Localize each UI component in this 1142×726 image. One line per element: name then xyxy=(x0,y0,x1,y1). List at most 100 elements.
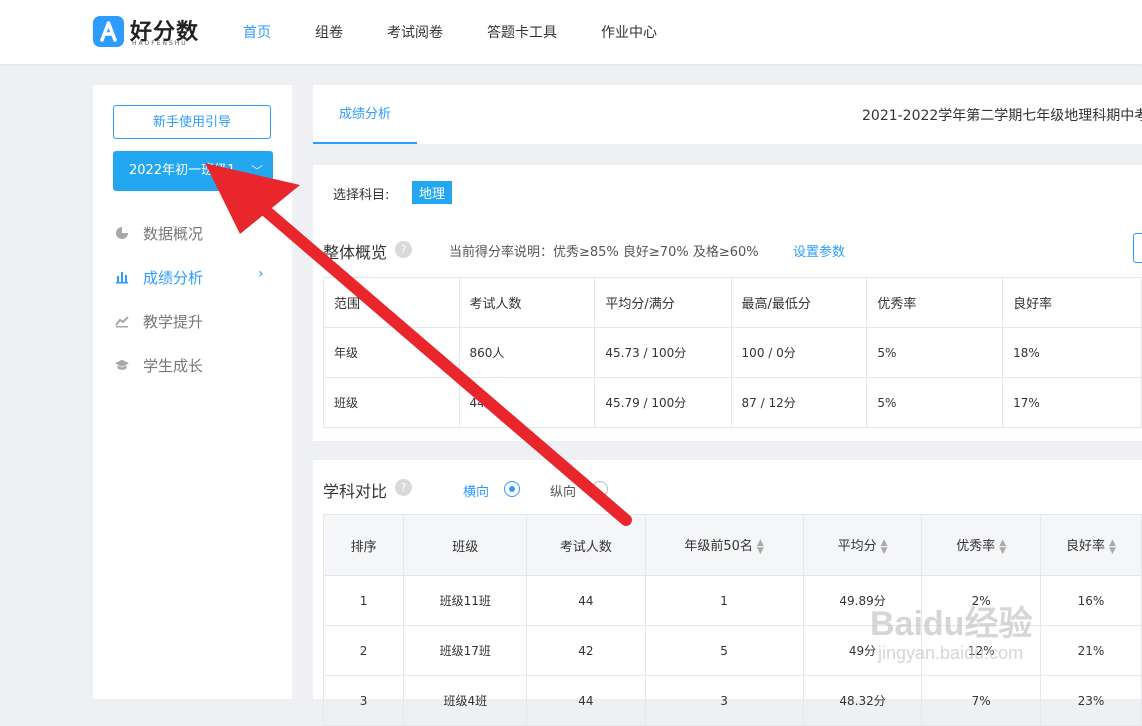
column-header: 优秀率 xyxy=(866,277,1004,328)
chevron-right-icon: › xyxy=(258,266,264,282)
table-cell: 44人 xyxy=(458,377,596,428)
table-row: 班级 44人 45.79 / 100分 87 / 12分 5% 17% xyxy=(323,377,1142,428)
table-header-row: 范围 考试人数 平均分/满分 最高/最低分 优秀率 良好率 xyxy=(323,277,1142,328)
nav-homework-center[interactable]: 作业中心 xyxy=(601,22,657,42)
table-cell: 87 / 12分 xyxy=(730,377,868,428)
exam-title: 2021-2022学年第二学期七年级地理科期中考 xyxy=(862,108,1142,124)
subject-select-label: 选择科目: xyxy=(333,188,390,203)
column-header-label: 优秀率 xyxy=(956,539,996,555)
table-cell: 5% xyxy=(866,327,1004,378)
overview-panel: 选择科目: 地理 整体概览 ? 当前得分率说明：优秀≥85% 良好≥70% 及格… xyxy=(313,165,1142,441)
column-header: 范围 xyxy=(323,277,460,328)
sidebar-item-label: 学生成长 xyxy=(143,356,204,375)
table-cell: 班级11班 xyxy=(403,575,528,626)
table-cell: 42 xyxy=(526,625,646,676)
table-cell: 100 / 0分 xyxy=(730,327,868,378)
column-header-sortable[interactable]: 平均分 ▲ ▼ xyxy=(802,514,923,576)
table-cell: 17% xyxy=(1002,377,1142,428)
column-header: 最高/最低分 xyxy=(730,277,868,328)
table-cell: 1 xyxy=(322,575,405,626)
table-cell: 48.32分 xyxy=(802,675,923,726)
table-cell: 班级4班 xyxy=(403,675,528,726)
nav-home[interactable]: 首页 xyxy=(243,22,271,42)
table-cell: 860人 xyxy=(458,327,596,378)
table-cell: 2 xyxy=(322,625,405,676)
table-row: 3 班级4班 44 3 48.32分 7% 23% xyxy=(322,675,1142,726)
table-cell: 45.73 / 100分 xyxy=(594,327,732,378)
table-cell: 44 xyxy=(526,575,646,626)
nav-exam-grading[interactable]: 考试阅卷 xyxy=(387,22,443,42)
nav-compose-paper[interactable]: 组卷 xyxy=(315,22,343,42)
logo[interactable]: 好分数 HAOFENSHU xyxy=(93,16,203,48)
subject-tag-geography[interactable]: 地理 xyxy=(412,181,453,204)
sidebar-item-label: 数据概况 xyxy=(143,224,204,243)
table-cell: 7% xyxy=(921,675,1041,726)
column-header-label: 平均分 xyxy=(837,539,877,555)
logo-mark-icon xyxy=(93,16,124,47)
sort-icon[interactable]: ▲ ▼ xyxy=(1109,538,1116,555)
overview-table: 范围 考试人数 平均分/满分 最高/最低分 优秀率 良好率 年级 860人 45… xyxy=(323,277,1142,428)
sidebar-item-label: 成绩分析 xyxy=(143,268,204,287)
column-header: 考试人数 xyxy=(458,277,596,328)
table-cell: 1 xyxy=(644,575,804,626)
class-select-value: 2022年初一班级1 xyxy=(129,163,236,178)
column-header: 平均分/满分 xyxy=(594,277,732,328)
column-header: 班级 xyxy=(403,514,528,576)
column-header-sortable[interactable]: 优秀率 ▲ ▼ xyxy=(921,514,1041,576)
sidebar-item-student-growth[interactable]: 学生成长 xyxy=(115,355,203,375)
tab-score-analysis[interactable]: 成绩分析 xyxy=(313,85,417,144)
nav-answer-sheet-tool[interactable]: 答题卡工具 xyxy=(487,22,557,42)
sidebar: 新手使用引导 2022年初一班级1 ﹀ 数据概况 成绩分析 › 教学提升 学生成… xyxy=(93,85,292,699)
chevron-down-icon: ﹀ xyxy=(250,164,263,178)
logo-subtext: HAOFENSHU xyxy=(132,40,188,47)
baidu-watermark: Baidu经验 xyxy=(870,605,1033,643)
help-icon[interactable]: ? xyxy=(395,241,412,258)
column-header-sortable[interactable]: 年级前50名 ▲ ▼ xyxy=(644,514,804,576)
table-cell: 23% xyxy=(1039,675,1142,726)
sidebar-item-data-overview[interactable]: 数据概况 xyxy=(115,223,203,243)
class-select-dropdown[interactable]: 2022年初一班级1 ﹀ xyxy=(113,151,273,191)
sidebar-item-score-analysis[interactable]: 成绩分析 xyxy=(115,267,203,287)
table-row: 年级 860人 45.73 / 100分 100 / 0分 5% 18% xyxy=(323,327,1142,378)
table-cell: 5% xyxy=(866,377,1004,428)
pie-chart-icon xyxy=(115,226,129,240)
column-header-label: 良好率 xyxy=(1066,539,1106,555)
horizontal-radio-label[interactable]: 横向 xyxy=(463,481,489,500)
set-parameters-link[interactable]: 设置参数 xyxy=(793,241,845,260)
top-navigation-bar: 好分数 HAOFENSHU 首页 组卷 考试阅卷 答题卡工具 作业中心 xyxy=(0,0,1142,64)
graduation-cap-icon xyxy=(115,358,129,372)
tab-bar: 成绩分析 2021-2022学年第二学期七年级地理科期中考 xyxy=(313,85,1142,144)
table-cell: 16% xyxy=(1039,575,1142,626)
vertical-radio-label[interactable]: 纵向 xyxy=(550,481,576,500)
bar-chart-icon xyxy=(115,270,129,284)
help-icon[interactable]: ? xyxy=(395,479,412,496)
trend-icon xyxy=(115,314,129,328)
column-header-sortable[interactable]: 良好率 ▲ ▼ xyxy=(1039,514,1142,576)
baidu-watermark-url: jingyan.baidu.com xyxy=(878,643,1024,663)
vertical-radio[interactable] xyxy=(592,481,608,497)
table-cell: 45.79 / 100分 xyxy=(594,377,732,428)
overview-title: 整体概览 xyxy=(323,243,388,262)
sort-icon[interactable]: ▲ ▼ xyxy=(999,538,1006,555)
table-header-row: 排序 班级 考试人数 年级前50名 ▲ ▼ 平均分 ▲ ▼ 优秀率 ▲ ▼ 良好率 ▲ ▼ xyxy=(322,514,1142,576)
comparison-title: 学科对比 xyxy=(323,482,388,501)
table-cell: 年级 xyxy=(323,327,460,378)
rate-description: 当前得分率说明：优秀≥85% 良好≥70% 及格≥60% xyxy=(449,245,759,260)
export-button[interactable] xyxy=(1133,233,1142,263)
table-cell: 5 xyxy=(644,625,804,676)
sidebar-item-label: 教学提升 xyxy=(143,312,204,331)
column-header: 排序 xyxy=(322,514,405,576)
sort-icon[interactable]: ▲ ▼ xyxy=(757,538,764,555)
column-header: 良好率 xyxy=(1002,277,1142,328)
sidebar-item-teaching-improvement[interactable]: 教学提升 xyxy=(115,311,203,331)
table-cell: 3 xyxy=(322,675,405,726)
sort-icon[interactable]: ▲ ▼ xyxy=(881,538,888,555)
table-cell: 3 xyxy=(644,675,804,726)
beginner-guide-button[interactable]: 新手使用引导 xyxy=(113,105,271,139)
table-cell: 班级17班 xyxy=(403,625,528,676)
horizontal-radio[interactable] xyxy=(504,481,520,497)
table-cell: 18% xyxy=(1002,327,1142,378)
column-header: 考试人数 xyxy=(526,514,646,576)
table-cell: 班级 xyxy=(323,377,460,428)
table-cell: 44 xyxy=(526,675,646,726)
